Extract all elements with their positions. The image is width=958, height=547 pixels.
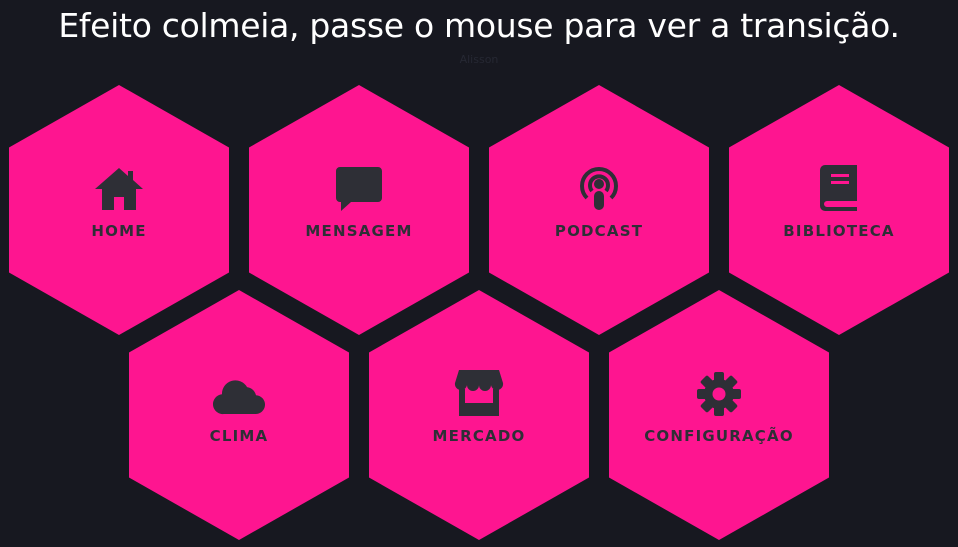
hex-label-clima: CLIMA <box>209 427 269 445</box>
home-icon <box>93 160 145 212</box>
page-title: Efeito colmeia, passe o mouse para ver a… <box>58 6 900 45</box>
store-icon <box>453 365 505 417</box>
hex-label-home: HOME <box>91 222 147 240</box>
gear-icon <box>693 365 745 417</box>
hex-item-biblioteca[interactable]: BIBLIOTECA <box>729 85 949 335</box>
cloud-icon <box>213 365 265 417</box>
hex-label-biblioteca: BIBLIOTECA <box>783 222 895 240</box>
hex-item-clima[interactable]: CLIMA <box>129 290 349 540</box>
hex-label-mensagem: MENSAGEM <box>305 222 413 240</box>
hex-label-configuracao: CONFIGURAÇÃO <box>644 427 794 445</box>
page: Efeito colmeia, passe o mouse para ver a… <box>0 0 958 547</box>
hex-item-podcast[interactable]: PODCAST <box>489 85 709 335</box>
hex-item-configuracao[interactable]: CONFIGURAÇÃO <box>609 290 829 540</box>
message-icon <box>333 160 385 212</box>
hex-item-mensagem[interactable]: MENSAGEM <box>249 85 469 335</box>
book-icon <box>813 160 865 212</box>
hex-label-mercado: MERCADO <box>432 427 526 445</box>
hex-item-home[interactable]: HOME <box>9 85 229 335</box>
hex-label-podcast: PODCAST <box>554 222 644 240</box>
podcast-icon <box>573 160 625 212</box>
page-subtitle: Alisson <box>459 53 499 66</box>
hex-item-mercado[interactable]: MERCADO <box>369 290 589 540</box>
